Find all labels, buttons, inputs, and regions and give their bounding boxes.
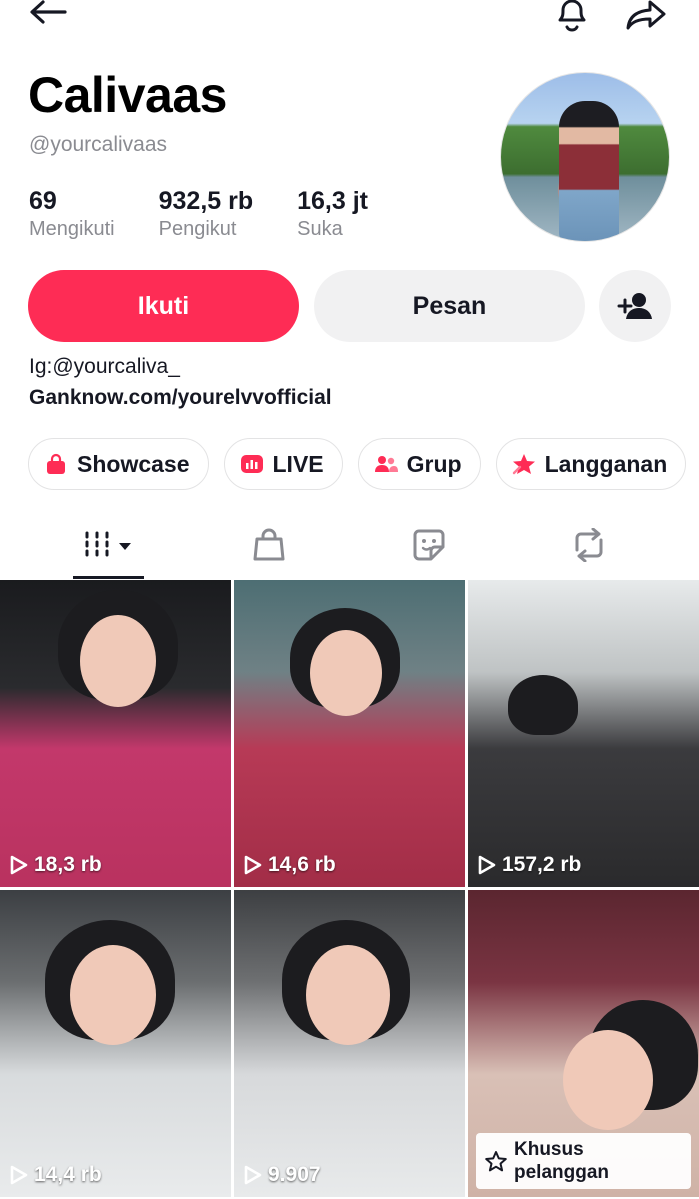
content-tabs (0, 510, 699, 580)
sticker-icon (413, 529, 444, 561)
share-icon[interactable] (622, 0, 670, 34)
view-count-text: 9.907 (268, 1163, 321, 1186)
stat-label: Mengikuti (29, 218, 115, 240)
chip-label: Langganan (544, 450, 668, 477)
follow-button[interactable]: Ikuti (28, 270, 299, 342)
chip-group[interactable]: Grup (357, 438, 481, 490)
message-button[interactable]: Pesan (314, 270, 585, 342)
thumbnail-subject (508, 675, 578, 735)
tab-stickers[interactable] (341, 510, 516, 580)
thumbnail-face (563, 1030, 653, 1130)
bio-text: Ig:@yourcaliva_ (29, 355, 180, 378)
active-tab-indicator (73, 576, 144, 579)
shopping-bag-icon (43, 451, 69, 477)
stat-value: 69 (29, 187, 57, 215)
add-friend-button[interactable] (599, 270, 671, 342)
video-thumbnail[interactable]: 157,2 rb (468, 580, 699, 887)
bell-icon[interactable] (550, 0, 594, 34)
avatar-figure (559, 101, 619, 241)
chip-label: Showcase (77, 450, 190, 477)
chip-label: Grup (406, 450, 462, 477)
live-icon (239, 451, 265, 477)
video-grid: 18,3 rb 14,6 rb 157,2 rb 14,4 rb 9.907 K… (0, 580, 699, 1199)
back-arrow-icon[interactable] (28, 0, 68, 30)
stat-likes[interactable]: 16,3 jt Suka (297, 186, 368, 242)
subscription-star-icon (485, 1151, 507, 1172)
view-count: 14,6 rb (244, 853, 336, 877)
tab-videos[interactable] (21, 510, 196, 580)
badge-line: pelanggan (514, 1162, 610, 1183)
view-count: 157,2 rb (478, 853, 581, 877)
group-icon (373, 451, 399, 477)
play-icon (244, 1165, 262, 1185)
stat-value: 16,3 jt (297, 187, 368, 215)
profile-handle: @yourcalivaas (29, 133, 168, 156)
thumbnail-face (70, 945, 156, 1045)
subscriber-only-text: Khusus pelanggan (514, 1138, 609, 1184)
chip-subscription[interactable]: Langganan (495, 438, 687, 490)
bio-link[interactable]: Ganknow.com/yourelvvofficial (29, 386, 332, 410)
subscription-star-icon (511, 451, 537, 477)
add-user-icon (617, 293, 652, 319)
subscriber-only-badge: Khusus pelanggan (476, 1133, 691, 1189)
view-count: 18,3 rb (10, 853, 102, 877)
profile-stats: 69 Mengikuti 932,5 rb Pengikut 16,3 jt S… (29, 186, 412, 242)
stat-label: Pengikut (158, 218, 237, 240)
play-icon (10, 1165, 28, 1185)
stat-value: 932,5 rb (158, 187, 254, 215)
view-count: 9.907 (244, 1163, 321, 1187)
avatar[interactable] (500, 72, 670, 242)
chip-live[interactable]: LIVE (223, 438, 343, 490)
video-thumbnail[interactable]: 18,3 rb (0, 580, 231, 887)
stat-label: Suka (297, 218, 343, 240)
repost-icon (575, 528, 602, 562)
badge-line: Khusus (514, 1139, 584, 1160)
thumbnail-face (80, 615, 156, 707)
tab-shop[interactable] (181, 510, 356, 580)
stat-followers[interactable]: 932,5 rb Pengikut (159, 186, 254, 242)
thumbnail-face (310, 630, 382, 716)
video-thumbnail[interactable]: Khusus pelanggan (468, 890, 699, 1197)
videos-grid-icon (85, 531, 131, 557)
view-count-text: 157,2 rb (502, 853, 582, 876)
play-icon (10, 855, 28, 875)
chip-showcase[interactable]: Showcase (28, 438, 209, 490)
shop-bag-icon (253, 528, 284, 561)
view-count: 14,4 rb (10, 1163, 102, 1187)
chip-label: LIVE (272, 450, 324, 477)
stat-following[interactable]: 69 Mengikuti (29, 186, 115, 242)
view-count-text: 14,4 rb (34, 1163, 102, 1186)
video-thumbnail[interactable]: 14,4 rb (0, 890, 231, 1197)
view-count-text: 14,6 rb (268, 853, 336, 876)
video-thumbnail[interactable]: 9.907 (234, 890, 465, 1197)
view-count-text: 18,3 rb (34, 853, 102, 876)
profile-chips: Showcase LIVE Grup Langganan (28, 438, 699, 490)
profile-name: Calivaas (28, 67, 227, 123)
thumbnail-face (306, 945, 390, 1045)
tab-reposts[interactable] (501, 510, 676, 580)
top-bar (0, 0, 699, 40)
play-icon (244, 855, 262, 875)
video-thumbnail[interactable]: 14,6 rb (234, 580, 465, 887)
play-icon (478, 855, 496, 875)
